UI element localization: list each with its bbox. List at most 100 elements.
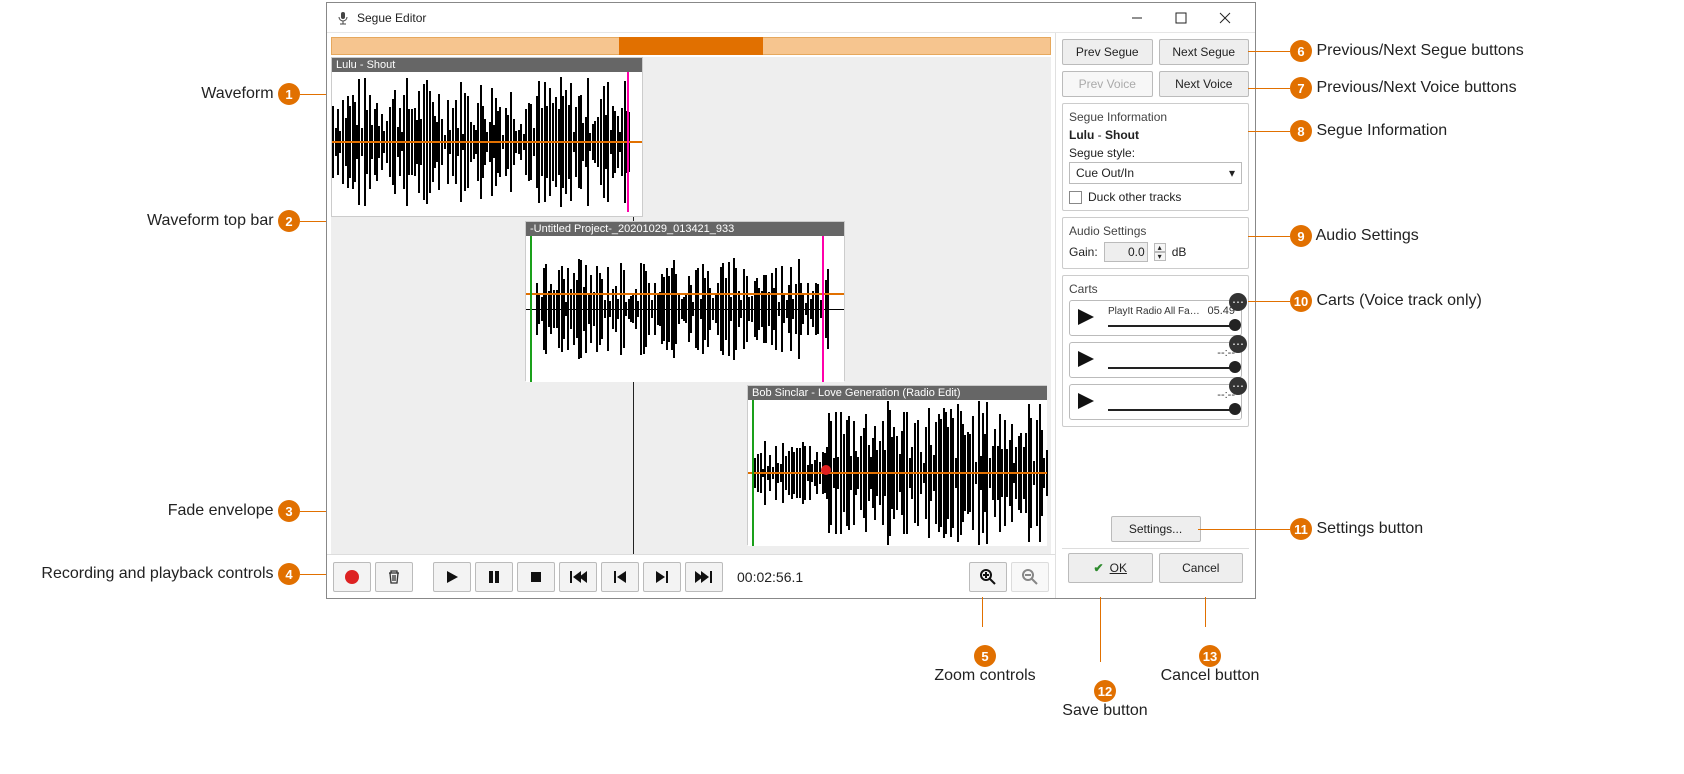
callout-6: 6 Previous/Next Segue buttons <box>1290 40 1524 62</box>
cue-in-marker[interactable] <box>752 400 754 546</box>
track-2[interactable]: -Untitled Project-_20201029_013421_933 <box>525 221 845 381</box>
ok-label: OK <box>1110 561 1127 575</box>
midline <box>526 309 844 310</box>
time-display: 00:02:56.1 <box>737 569 803 585</box>
right-panel: Prev Segue Next Segue Prev Voice Next Vo… <box>1055 33 1255 598</box>
fade-envelope-line[interactable] <box>748 472 1047 474</box>
play-button[interactable] <box>433 562 471 592</box>
duck-checkbox-row[interactable]: Duck other tracks <box>1069 190 1242 204</box>
callout-13: 13Cancel button <box>1150 645 1270 685</box>
next-voice-button[interactable]: Next Voice <box>1159 71 1250 97</box>
callout-4: Recording and playback controls 4 <box>0 563 300 585</box>
cart-slider[interactable] <box>1108 361 1235 373</box>
cart-name: PlayIt Radio All Fa… <box>1108 306 1201 317</box>
callout-line <box>1248 236 1290 237</box>
callout-1: Waveform 1 <box>0 83 300 105</box>
maximize-button[interactable] <box>1159 3 1203 33</box>
next-segue-button[interactable]: Next Segue <box>1159 39 1250 65</box>
gain-spinner[interactable]: ▴▾ <box>1154 243 1166 261</box>
callout-3: Fade envelope 3 <box>0 500 300 522</box>
cart-more-icon[interactable]: ⋯ <box>1229 377 1247 395</box>
segue-style-value: Cue Out/In <box>1076 166 1134 180</box>
play-icon[interactable] <box>1076 349 1102 372</box>
cart-slider[interactable] <box>1108 319 1235 331</box>
cart-more-icon[interactable]: ⋯ <box>1229 293 1247 311</box>
chevron-down-icon: ▾ <box>1229 166 1235 180</box>
callout-line <box>1205 597 1206 627</box>
callout-line <box>982 597 983 627</box>
overview-bar[interactable] <box>331 37 1051 55</box>
fade-envelope-line[interactable] <box>332 141 642 143</box>
track-3-title: Bob Sinclar - Love Generation (Radio Edi… <box>748 386 1047 400</box>
cue-out-marker[interactable] <box>822 236 824 382</box>
callout-5: 5Zoom controls <box>920 645 1050 685</box>
skip-end-button[interactable] <box>685 562 723 592</box>
prev-segue-button[interactable]: Prev Segue <box>1062 39 1153 65</box>
cue-out-marker[interactable] <box>627 72 629 212</box>
callout-line <box>1248 301 1290 302</box>
next-button[interactable] <box>643 562 681 592</box>
segue-editor-window: Segue Editor Lulu - Shout <box>326 2 1256 599</box>
record-button[interactable] <box>333 562 371 592</box>
callout-line <box>1248 51 1290 52</box>
cancel-button[interactable]: Cancel <box>1159 553 1244 583</box>
window-title: Segue Editor <box>357 11 426 25</box>
skip-start-button[interactable] <box>559 562 597 592</box>
callout-2: Waveform top bar 2 <box>0 210 300 232</box>
zoom-in-button[interactable] <box>969 562 1007 592</box>
minimize-button[interactable] <box>1115 3 1159 33</box>
carts-title: Carts <box>1069 282 1242 296</box>
callout-11: 11 Settings button <box>1290 518 1423 540</box>
pause-button[interactable] <box>475 562 513 592</box>
track-3[interactable]: Bob Sinclar - Love Generation (Radio Edi… <box>747 385 1047 545</box>
audio-settings-title: Audio Settings <box>1069 224 1242 238</box>
play-icon[interactable] <box>1076 391 1102 414</box>
track-2-title: -Untitled Project-_20201029_013421_933 <box>526 222 844 236</box>
microphone-icon <box>335 10 351 26</box>
stop-button[interactable] <box>517 562 555 592</box>
callout-line <box>1248 131 1290 132</box>
gain-label: Gain: <box>1069 245 1098 259</box>
overview-segment[interactable] <box>619 37 763 55</box>
fade-envelope-line[interactable] <box>526 293 844 295</box>
callout-line <box>1248 88 1290 89</box>
audio-settings-panel: Audio Settings Gain: 0.0 ▴▾ dB <box>1062 217 1249 269</box>
settings-button[interactable]: Settings... <box>1111 516 1201 542</box>
callout-12: 12Save button <box>1045 680 1165 720</box>
titlebar[interactable]: Segue Editor <box>327 3 1255 33</box>
waveform-area[interactable]: Lulu - Shout -Untitled Project-_20201029… <box>331 57 1051 554</box>
check-icon: ✔ <box>1094 561 1104 575</box>
cart-slider[interactable] <box>1108 403 1235 415</box>
ok-button[interactable]: ✔ OK <box>1068 553 1153 583</box>
cart-item[interactable]: ⋯ --:-- <box>1069 384 1242 420</box>
zoom-out-button[interactable] <box>1011 562 1049 592</box>
track-1[interactable]: Lulu - Shout <box>331 57 643 217</box>
segue-track-label: Lulu - Shout <box>1069 128 1242 142</box>
transport-bar: 00:02:56.1 <box>327 554 1055 598</box>
callout-9: 9 Audio Settings <box>1290 225 1419 247</box>
prev-button[interactable] <box>601 562 639 592</box>
cue-in-marker[interactable] <box>530 236 532 382</box>
duck-label: Duck other tracks <box>1088 190 1181 204</box>
play-icon[interactable] <box>1076 307 1102 330</box>
carts-panel: Carts ⋯ PlayIt Radio All Fa… 05.49 ⋯ <box>1062 275 1249 427</box>
segue-style-label: Segue style: <box>1069 146 1242 160</box>
gain-input[interactable]: 0.0 <box>1104 242 1148 262</box>
cart-item[interactable]: ⋯ --:-- <box>1069 342 1242 378</box>
callout-8: 8 Segue Information <box>1290 120 1447 142</box>
callout-7: 7 Previous/Next Voice buttons <box>1290 77 1517 99</box>
track-1-title: Lulu - Shout <box>332 58 642 72</box>
cart-more-icon[interactable]: ⋯ <box>1229 335 1247 353</box>
segue-info-panel: Segue Information Lulu - Shout Segue sty… <box>1062 103 1249 211</box>
cart-item[interactable]: ⋯ PlayIt Radio All Fa… 05.49 <box>1069 300 1242 336</box>
gain-unit: dB <box>1172 245 1187 259</box>
segue-style-select[interactable]: Cue Out/In ▾ <box>1069 162 1242 184</box>
segue-info-title: Segue Information <box>1069 110 1242 124</box>
envelope-node[interactable] <box>821 465 831 475</box>
callout-line <box>1198 529 1290 530</box>
delete-button[interactable] <box>375 562 413 592</box>
close-button[interactable] <box>1203 3 1247 33</box>
duck-checkbox[interactable] <box>1069 191 1082 204</box>
prev-voice-button[interactable]: Prev Voice <box>1062 71 1153 97</box>
callout-line <box>1100 597 1101 662</box>
